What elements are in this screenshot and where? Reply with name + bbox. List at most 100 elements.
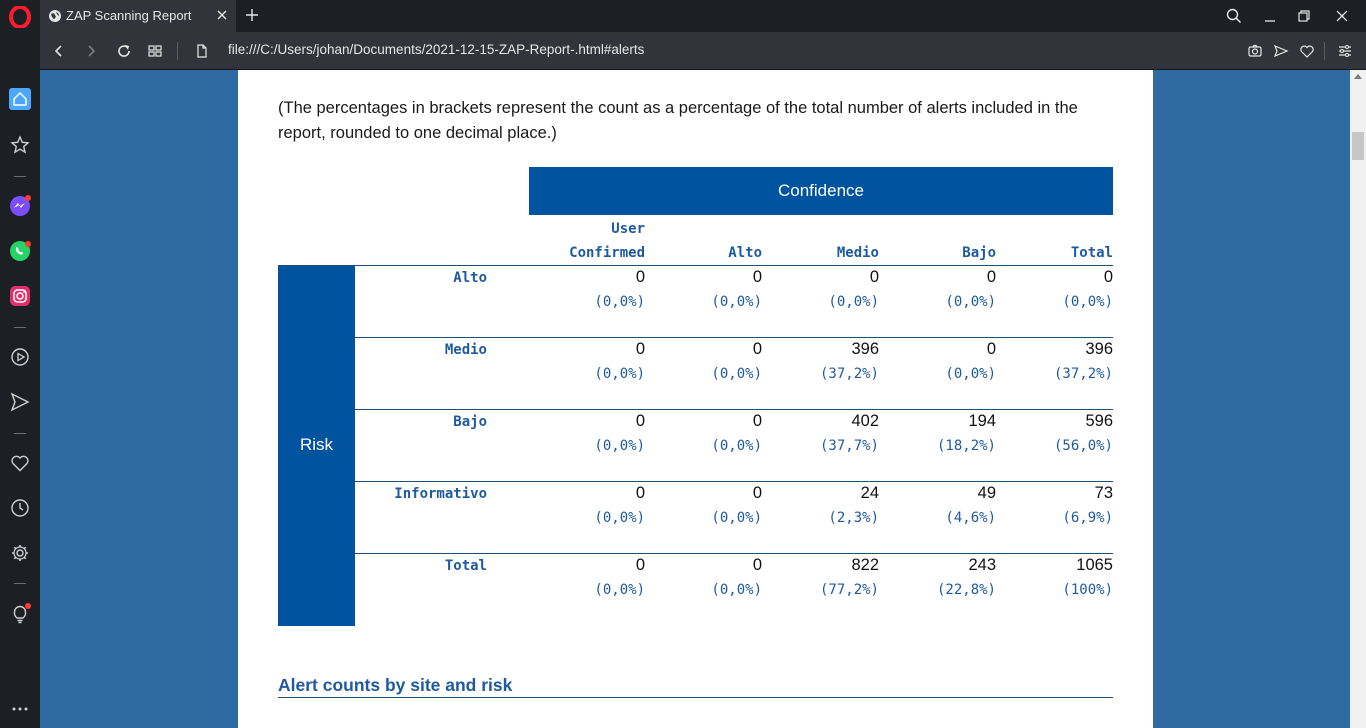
column-header-user-confirmed: User Confirmed xyxy=(529,217,645,265)
percent-cell: (77,2%) xyxy=(819,582,879,598)
count-cell: 0 xyxy=(635,484,645,502)
percent-cell: (56,0%) xyxy=(1053,438,1113,454)
close-tab-icon[interactable] xyxy=(214,7,230,23)
sidebar-divider xyxy=(14,176,26,177)
percent-cell: (0,0%) xyxy=(1062,294,1113,310)
column-header-total: Total xyxy=(1070,245,1113,261)
new-tab-icon[interactable] xyxy=(244,7,260,23)
count-cell: 24 xyxy=(860,484,879,502)
more-options-icon[interactable] xyxy=(9,698,31,720)
count-cell: 396 xyxy=(1085,340,1113,358)
count-cell: 0 xyxy=(635,268,645,286)
flow-send-icon[interactable] xyxy=(9,391,31,413)
restore-icon[interactable] xyxy=(1296,8,1312,24)
percent-cell: (22,8%) xyxy=(936,582,996,598)
count-cell: 402 xyxy=(851,412,879,430)
row-label: Bajo xyxy=(453,414,487,430)
settings-gear-icon[interactable] xyxy=(9,542,31,564)
row-divider xyxy=(355,409,1113,410)
count-cell: 0 xyxy=(635,556,645,574)
count-cell: 0 xyxy=(752,556,762,574)
count-cell: 596 xyxy=(1085,412,1113,430)
percent-cell: (0,0%) xyxy=(594,294,645,310)
count-cell: 0 xyxy=(752,340,762,358)
column-header-user-line1: User xyxy=(611,221,645,237)
count-cell: 49 xyxy=(977,484,996,502)
sidebar xyxy=(0,70,40,728)
heart-icon[interactable] xyxy=(1299,43,1315,59)
search-tabs-icon[interactable] xyxy=(1226,8,1242,24)
bookmarks-star-icon[interactable] xyxy=(9,134,31,156)
camera-icon[interactable] xyxy=(1247,43,1263,59)
count-cell: 0 xyxy=(635,340,645,358)
risk-header: Risk xyxy=(278,265,355,626)
count-cell: 1065 xyxy=(1076,556,1113,574)
count-cell: 822 xyxy=(851,556,879,574)
percent-cell: (0,0%) xyxy=(945,294,996,310)
history-clock-icon[interactable] xyxy=(9,497,31,519)
tab-title: ZAP Scanning Report xyxy=(66,8,192,23)
percent-cell: (0,0%) xyxy=(711,510,762,526)
percent-cell: (0,0%) xyxy=(594,582,645,598)
count-cell: 0 xyxy=(986,340,996,358)
player-icon[interactable] xyxy=(9,346,31,368)
file-icon xyxy=(197,44,207,58)
my-flow-heart-icon[interactable] xyxy=(9,452,31,474)
count-cell: 243 xyxy=(968,556,996,574)
speed-dial-icon[interactable] xyxy=(147,43,163,59)
url-field[interactable]: file:///C:/Users/johan/Documents/2021-12… xyxy=(228,42,644,57)
percent-cell: (0,0%) xyxy=(945,366,996,382)
row-divider xyxy=(355,481,1113,482)
percentage-note: (The percentages in brackets represent t… xyxy=(278,99,1078,142)
notification-dot xyxy=(25,603,31,609)
count-cell: 73 xyxy=(1094,484,1113,502)
sidebar-divider xyxy=(14,327,26,328)
percent-cell: (0,0%) xyxy=(711,294,762,310)
scrollbar-thumb[interactable] xyxy=(1352,132,1364,160)
reload-icon[interactable] xyxy=(116,43,132,59)
page-viewport: (The percentages in brackets represent t… xyxy=(40,70,1350,728)
row-label: Medio xyxy=(444,342,487,358)
back-icon[interactable] xyxy=(51,43,67,59)
column-header-bajo: Bajo xyxy=(962,245,996,261)
minimize-icon[interactable] xyxy=(1262,8,1278,24)
percent-cell: (0,0%) xyxy=(711,438,762,454)
sidebar-divider xyxy=(14,583,26,584)
row-label: Alto xyxy=(453,270,487,286)
easy-setup-icon[interactable] xyxy=(1337,43,1353,59)
notification-dot xyxy=(25,195,31,201)
forward-icon[interactable] xyxy=(83,43,99,59)
column-header-medio: Medio xyxy=(836,245,879,261)
column-header-alto: Alto xyxy=(728,245,762,261)
count-cell: 0 xyxy=(635,412,645,430)
report-page: (The percentages in brackets represent t… xyxy=(238,70,1153,728)
section-heading-site-risk: Alert counts by site and risk xyxy=(278,675,513,695)
home-icon[interactable] xyxy=(9,88,31,110)
percent-cell: (4,6%) xyxy=(945,510,996,526)
count-cell: 396 xyxy=(851,340,879,358)
tab-zap-report[interactable]: ZAP Scanning Report xyxy=(40,0,236,32)
percent-cell: (100%) xyxy=(1062,582,1113,598)
percent-cell: (0,0%) xyxy=(711,366,762,382)
count-cell: 0 xyxy=(1103,268,1113,286)
toolbar-divider xyxy=(1324,42,1325,60)
percent-cell: (6,9%) xyxy=(1062,510,1113,526)
sidebar-divider xyxy=(14,433,26,434)
row-label: Informativo xyxy=(394,486,487,502)
address-bar: file:///C:/Users/johan/Documents/2021-12… xyxy=(40,32,1366,70)
scroll-up-arrow-icon[interactable] xyxy=(1354,74,1362,79)
risk-label: Risk xyxy=(299,435,334,454)
vertical-scrollbar[interactable] xyxy=(1350,70,1366,728)
count-cell: 0 xyxy=(752,484,762,502)
instagram-icon[interactable] xyxy=(9,285,31,307)
row-divider xyxy=(278,265,1113,266)
opera-menu-icon[interactable] xyxy=(9,6,31,28)
close-window-icon[interactable] xyxy=(1334,8,1350,24)
send-icon[interactable] xyxy=(1273,43,1289,59)
row-divider xyxy=(355,337,1113,338)
row-label: Total xyxy=(444,558,487,574)
column-header-user-line2: Confirmed xyxy=(569,245,645,261)
count-cell: 194 xyxy=(968,412,996,430)
percent-cell: (37,7%) xyxy=(819,438,879,454)
count-cell: 0 xyxy=(752,268,762,286)
